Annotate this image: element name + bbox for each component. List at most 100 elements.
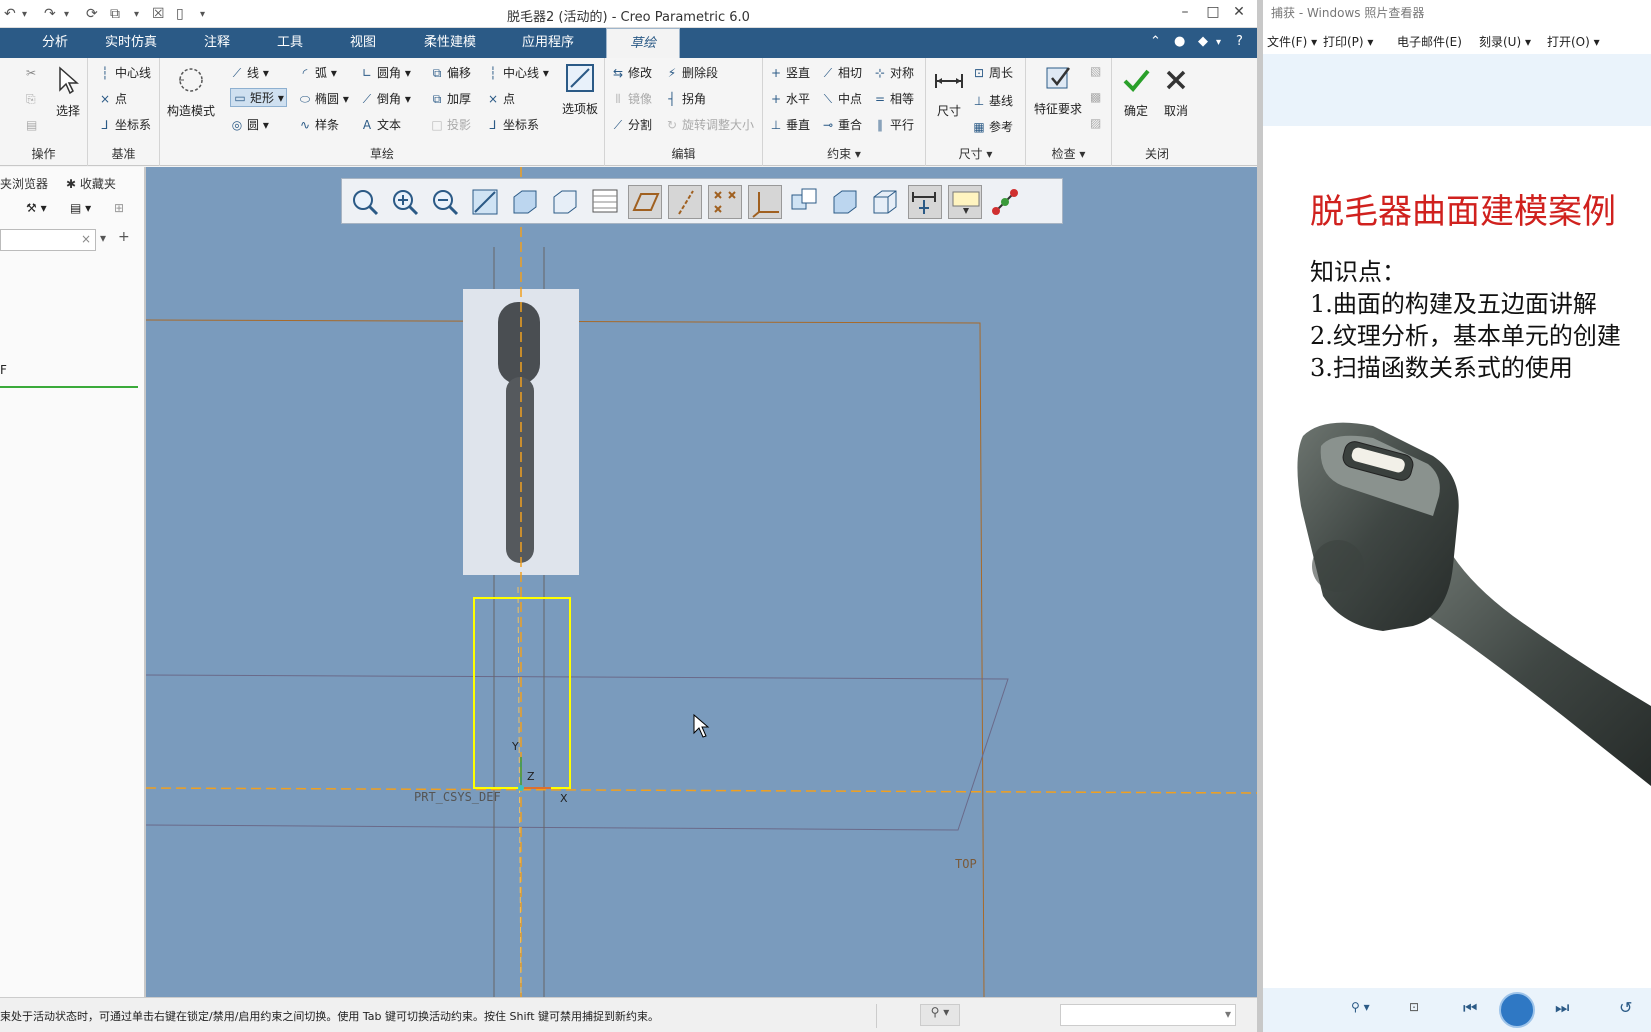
collapse-ribbon-icon[interactable]: ⌃ <box>1150 34 1161 49</box>
copy-icon[interactable]: ⎘ <box>26 92 36 107</box>
close-icon[interactable]: ✕ <box>1228 4 1250 24</box>
tab-flexible-modeling[interactable]: 柔性建模 <box>414 28 486 58</box>
sketch-spline[interactable]: ∿ 样条 <box>298 116 339 133</box>
edit-delete-segment[interactable]: ⚡ 删除段 <box>665 64 718 81</box>
ok-button[interactable]: 确定 <box>1118 64 1154 119</box>
datum-plane-display-icon[interactable] <box>628 185 662 219</box>
vertex-display-icon[interactable] <box>988 185 1022 219</box>
constrain-coincident[interactable]: ⊸ 重合 <box>821 116 862 133</box>
cut-icon[interactable]: ✂ <box>26 66 36 80</box>
tab-tools[interactable]: 工具 <box>267 28 313 58</box>
dimension-reference[interactable]: ▦ 参考 <box>972 118 1013 135</box>
sketch-chamfer[interactable]: ⟋ 倒角 ▾ <box>360 90 411 107</box>
tab-favorites[interactable]: ✱ 收藏夹 <box>66 175 116 192</box>
datum-centerline[interactable]: ┆ 中心线 <box>98 64 151 81</box>
edit-modify[interactable]: ⇆ 修改 <box>611 64 652 81</box>
menu-file[interactable]: 文件(F) ▾ <box>1267 33 1317 50</box>
next-icon[interactable]: ⏭ <box>1555 998 1569 1018</box>
tab-live-simulation[interactable]: 实时仿真 <box>95 28 167 58</box>
actual-size-icon[interactable]: ⊡ <box>1409 1000 1419 1014</box>
constrain-horizontal[interactable]: + 水平 <box>769 90 810 107</box>
pin-icon[interactable]: ● <box>1174 34 1185 49</box>
help-icon[interactable]: ? <box>1236 34 1243 49</box>
refit-icon[interactable] <box>348 185 382 219</box>
tab-analysis[interactable]: 分析 <box>32 28 78 58</box>
sketch-ellipse[interactable]: ⬭ 椭圆 ▾ <box>298 90 349 107</box>
menu-print[interactable]: 打印(P) ▾ <box>1323 33 1373 50</box>
sketch-circle[interactable]: ◎ 圆 ▾ <box>230 116 269 133</box>
cancel-button[interactable]: 取消 <box>1158 64 1194 119</box>
edit-mirror[interactable]: ⫴ 镜像 <box>611 90 652 107</box>
dimension-baseline[interactable]: ⊥ 基线 <box>972 92 1013 109</box>
saved-orientations-icon[interactable] <box>548 185 582 219</box>
graphics-area[interactable]: PRT_CSYS_DEF TOP Y Z X <box>146 167 1257 997</box>
filter-icon[interactable]: ⊞ <box>114 201 124 215</box>
sketch-fillet[interactable]: ∟ 圆角 ▾ <box>360 64 411 81</box>
clear-icon[interactable]: × <box>81 232 91 246</box>
constrain-tangent[interactable]: ⟋ 相切 <box>821 64 862 81</box>
edit-divide[interactable]: ⟋ 分割 <box>611 116 652 133</box>
dimension-display-icon[interactable] <box>908 185 942 219</box>
select-button[interactable]: 选择 <box>50 64 86 119</box>
tab-applications[interactable]: 应用程序 <box>512 28 584 58</box>
constraint-display-icon[interactable] <box>948 185 982 219</box>
menu-email[interactable]: 电子邮件(E) <box>1397 33 1462 50</box>
rotate-icon[interactable]: ↺ <box>1619 998 1632 1017</box>
edit-corner[interactable]: ┤ 拐角 <box>665 90 706 107</box>
sketch-thicken[interactable]: ⧉ 加厚 <box>430 90 471 107</box>
sketch-centerline[interactable]: ┆ 中心线 ▾ <box>486 64 548 81</box>
datum-axis-display-icon[interactable] <box>668 185 702 219</box>
dimension-button[interactable]: 尺寸 <box>930 64 968 119</box>
construction-mode-button[interactable]: 构造模式 <box>164 64 218 119</box>
tab-view[interactable]: 视图 <box>340 28 386 58</box>
tab-folder-browser[interactable]: 夹浏览器 <box>0 175 48 192</box>
learning-icon[interactable]: ◆ <box>1198 34 1208 49</box>
sketch-offset[interactable]: ⧉ 偏移 <box>430 64 471 81</box>
spin-center-icon[interactable] <box>788 185 822 219</box>
sketch-csys[interactable]: ⅃ 坐标系 <box>486 116 539 133</box>
search-input[interactable]: × <box>0 229 96 251</box>
sketch-line[interactable]: ⟋ 线 ▾ <box>230 64 269 81</box>
orient-icon[interactable] <box>868 185 902 219</box>
zoom-icon[interactable]: ⚲ ▾ <box>1351 1000 1370 1014</box>
constrain-perpendicular[interactable]: ⊥ 垂直 <box>769 116 810 133</box>
menu-burn[interactable]: 刻录(U) ▾ <box>1479 33 1531 50</box>
sketch-view-icon[interactable] <box>828 185 862 219</box>
maximize-icon[interactable]: □ <box>1202 4 1224 24</box>
tab-annotate[interactable]: 注释 <box>194 28 240 58</box>
inspect-shade-icon[interactable]: ▩ <box>1090 90 1101 104</box>
selection-filter-icon[interactable]: ⚲ ▾ <box>920 1004 960 1026</box>
tree-item[interactable]: F <box>0 363 7 377</box>
previous-icon[interactable]: ⏮ <box>1463 998 1477 1018</box>
edit-rotate-resize[interactable]: ↻ 旋转调整大小 <box>665 116 754 133</box>
display-style-icon[interactable] <box>508 185 542 219</box>
sketch-text[interactable]: A 文本 <box>360 116 401 133</box>
paste-icon[interactable]: ▤ <box>26 118 37 132</box>
sketch-project[interactable]: □ 投影 <box>430 116 471 133</box>
sketch-rectangle-shape[interactable] <box>473 597 571 789</box>
inspect-open-ends-icon[interactable]: ▨ <box>1090 116 1101 130</box>
constrain-equal[interactable]: = 相等 <box>873 90 914 107</box>
inspect-overlap-icon[interactable]: ▧ <box>1090 64 1101 78</box>
show-icon[interactable]: ▤ ▾ <box>70 201 91 215</box>
menu-open[interactable]: 打开(O) ▾ <box>1547 33 1600 50</box>
add-icon[interactable]: + <box>118 229 130 245</box>
csys-display-icon[interactable] <box>748 185 782 219</box>
constrain-parallel[interactable]: ∥ 平行 <box>873 116 914 133</box>
search-dropdown-icon[interactable]: ▾ <box>100 231 106 245</box>
repaint-icon[interactable] <box>468 185 502 219</box>
point-display-icon[interactable] <box>708 185 742 219</box>
filter-dropdown[interactable]: ▾ <box>1060 1004 1236 1026</box>
sketch-arc[interactable]: ◜ 弧 ▾ <box>298 64 337 81</box>
datum-point[interactable]: × 点 <box>98 90 127 107</box>
dimension-perimeter[interactable]: ⊡ 周长 <box>972 64 1013 81</box>
feature-requirements-button[interactable]: 特征要求 <box>1028 62 1088 117</box>
zoom-in-icon[interactable] <box>388 185 422 219</box>
tab-sketch[interactable]: 草绘 <box>606 28 680 58</box>
constrain-midpoint[interactable]: ⟍ 中点 <box>821 90 862 107</box>
palette-button[interactable]: 选项板 <box>558 62 602 117</box>
zoom-out-icon[interactable] <box>428 185 462 219</box>
view-manager-icon[interactable] <box>588 185 622 219</box>
sketch-rectangle[interactable]: ▭ 矩形 ▾ <box>230 88 287 107</box>
datum-csys[interactable]: ⅃ 坐标系 <box>98 116 151 133</box>
